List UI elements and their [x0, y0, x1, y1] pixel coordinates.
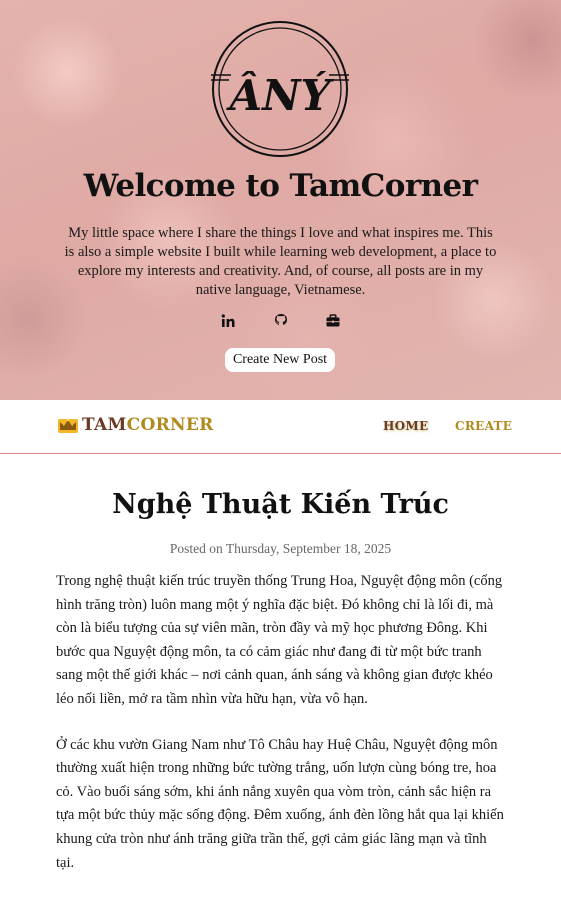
social-links: [0, 312, 561, 330]
crown-icon: [58, 418, 78, 433]
site-logo: ÂNÝ: [211, 21, 349, 157]
post-paragraph: Trong nghệ thuật kiến trúc truyền thống …: [56, 573, 503, 707]
post-date: Posted on Thursday, September 18, 2025: [169, 541, 392, 556]
brand-name-part1: TAM: [82, 415, 127, 435]
create-new-post-button[interactable]: Create New Post: [225, 348, 335, 372]
post-title: Nghệ Thuật Kiến Trúc: [112, 489, 449, 520]
nav-link-home[interactable]: HOME: [383, 419, 428, 433]
navbar: TAM CORNER HOME CREATE: [0, 400, 561, 454]
hero-description: My little space where I share the things…: [64, 225, 497, 298]
post-paragraph: Ở các khu vườn Giang Nam như Tô Châu hay…: [56, 736, 504, 871]
hero-banner: ÂNÝ Welcome to TamCorner My little space…: [0, 0, 561, 400]
brand-logo[interactable]: TAM CORNER: [57, 415, 214, 435]
svg-text:ÂNÝ: ÂNÝ: [226, 70, 335, 120]
github-icon[interactable]: [272, 312, 290, 330]
post-body: Trong nghệ thuật kiến trúc truyền thống …: [56, 570, 506, 897]
nav-link-create[interactable]: CREATE: [455, 419, 512, 433]
linkedin-icon[interactable]: [219, 312, 237, 330]
brand-name-part2: CORNER: [126, 415, 214, 435]
briefcase-icon[interactable]: [324, 312, 342, 330]
hero-title: Welcome to TamCorner: [83, 168, 478, 204]
